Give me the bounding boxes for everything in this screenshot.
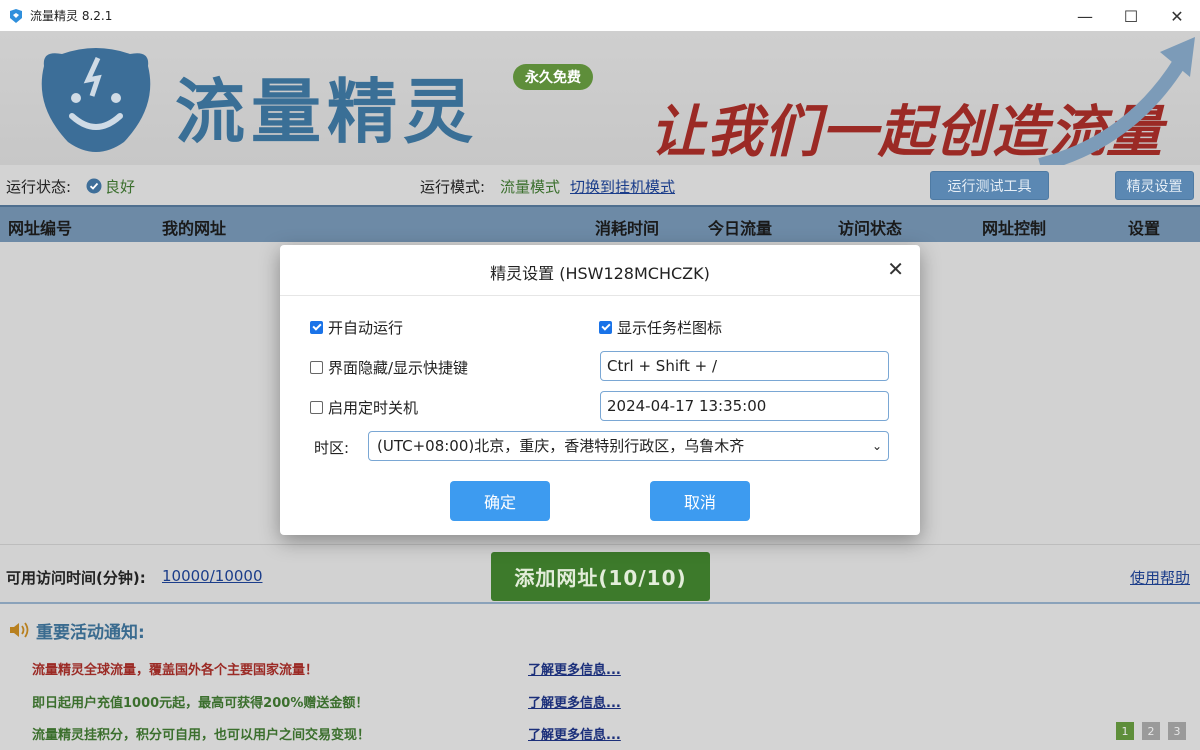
scheduled-shutdown-checkbox[interactable]: 启用定时关机	[310, 397, 418, 418]
check-circle-icon	[86, 178, 102, 194]
banner: 流量精灵 永久免费 让我们一起创造流量	[0, 32, 1200, 165]
checkbox-unchecked-icon[interactable]	[310, 401, 323, 414]
hotkey-input[interactable]: Ctrl + Shift + /	[600, 351, 889, 381]
shutdown-label: 启用定时关机	[328, 399, 419, 417]
shutdown-time-input[interactable]: 2024-04-17 13:35:00	[600, 391, 889, 421]
speaker-icon	[10, 622, 29, 638]
maximize-icon[interactable]: ☐	[1108, 0, 1154, 32]
col-settings: 设置	[1128, 219, 1161, 238]
close-icon[interactable]: ✕	[1154, 0, 1200, 32]
timezone-value: (UTC+08:00)北京，重庆，香港特别行政区，乌鲁木齐	[377, 437, 745, 455]
hotkey-label: 界面隐藏/显示快捷键	[328, 359, 469, 377]
table-header: 网址编号 我的网址 消耗时间 今日流量 访问状态 网址控制 设置	[0, 205, 1200, 242]
notice-item-2: 即日起用户充值1000元起，最高可获得200%赠送金额！	[32, 696, 369, 711]
hotkey-checkbox[interactable]: 界面隐藏/显示快捷键	[310, 357, 468, 378]
col-url-control: 网址控制	[982, 219, 1047, 238]
cancel-button[interactable]: 取消	[650, 481, 750, 521]
free-badge: 永久免费	[513, 64, 593, 90]
settings-dialog: 精灵设置 (HSW128MCHCZK) ✕ 开自动运行 显示任务栏图标 界面隐藏…	[280, 245, 920, 535]
window-title: 流量精灵 8.2.1	[30, 9, 113, 23]
status-row: 运行状态: 良好 运行模式: 流量模式 切换到挂机模式 运行测试工具 精灵设置	[0, 165, 1200, 205]
notice-item-3: 流量精灵挂积分，积分可自用，也可以用户之间交易变现！	[32, 728, 371, 743]
page-button-2[interactable]: 2	[1142, 722, 1160, 740]
window-controls: — ☐ ✕	[1062, 0, 1200, 32]
notice-link-2[interactable]: 了解更多信息...	[528, 692, 621, 711]
col-my-url: 我的网址	[162, 219, 227, 238]
dialog-header: 精灵设置 (HSW128MCHCZK) ✕	[280, 245, 920, 296]
add-url-button[interactable]: 添加网址(10/10)	[491, 552, 710, 601]
page-button-3[interactable]: 3	[1168, 722, 1186, 740]
growth-arrow-icon	[1038, 37, 1195, 165]
run-status-label: 运行状态:	[6, 178, 72, 196]
available-time-label: 可用访问时间(分钟):	[6, 569, 146, 587]
title-bar: 流量精灵 8.2.1 — ☐ ✕	[0, 0, 1200, 32]
col-today-traffic: 今日流量	[708, 219, 773, 238]
checkbox-unchecked-icon[interactable]	[310, 361, 323, 374]
run-test-tool-button[interactable]: 运行测试工具	[930, 171, 1049, 200]
notice-item-1: 流量精灵全球流量，覆盖国外各个主要国家流量！	[32, 663, 319, 678]
mascot-logo-icon	[41, 48, 151, 152]
notice-title: 重要活动通知:	[36, 623, 145, 643]
run-status-value: 良好	[105, 178, 136, 196]
bottom-bar: 可用访问时间(分钟): 10000/10000 添加网址(10/10) 使用帮助	[0, 544, 1200, 602]
notice-link-1[interactable]: 了解更多信息...	[528, 659, 621, 678]
run-mode-label: 运行模式:	[420, 178, 486, 196]
col-time-used: 消耗时间	[595, 219, 660, 238]
sprite-settings-button[interactable]: 精灵设置	[1115, 171, 1194, 200]
auto-run-label: 开自动运行	[328, 319, 404, 337]
run-mode-value: 流量模式	[500, 178, 561, 196]
timezone-label: 时区:	[314, 439, 350, 457]
switch-mode-link[interactable]: 切换到挂机模式	[570, 176, 675, 197]
close-icon[interactable]: ✕	[887, 257, 904, 281]
notice-link-3[interactable]: 了解更多信息...	[528, 724, 621, 743]
notice-panel: 重要活动通知: 流量精灵全球流量，覆盖国外各个主要国家流量！ 了解更多信息...…	[0, 602, 1200, 750]
auto-run-checkbox[interactable]: 开自动运行	[310, 317, 403, 338]
checkbox-checked-icon[interactable]	[310, 321, 323, 334]
timezone-select[interactable]: (UTC+08:00)北京，重庆，香港特别行政区，乌鲁木齐 ⌄	[368, 431, 889, 461]
app-logo-icon	[10, 8, 22, 23]
minimize-icon[interactable]: —	[1062, 0, 1108, 32]
brand-name: 流量精灵	[175, 71, 479, 153]
ok-button[interactable]: 确定	[450, 481, 550, 521]
checkbox-checked-icon[interactable]	[599, 321, 612, 334]
chevron-down-icon: ⌄	[871, 439, 882, 453]
show-tray-icon-checkbox[interactable]: 显示任务栏图标	[599, 317, 722, 338]
help-link[interactable]: 使用帮助	[1130, 567, 1190, 588]
show-tray-label: 显示任务栏图标	[617, 319, 723, 337]
col-visit-status: 访问状态	[838, 219, 903, 238]
dialog-title: 精灵设置 (HSW128MCHCZK)	[490, 264, 710, 283]
page-button-1[interactable]: 1	[1116, 722, 1134, 740]
col-url-id: 网址编号	[8, 219, 73, 238]
available-time-value[interactable]: 10000/10000	[162, 567, 263, 585]
